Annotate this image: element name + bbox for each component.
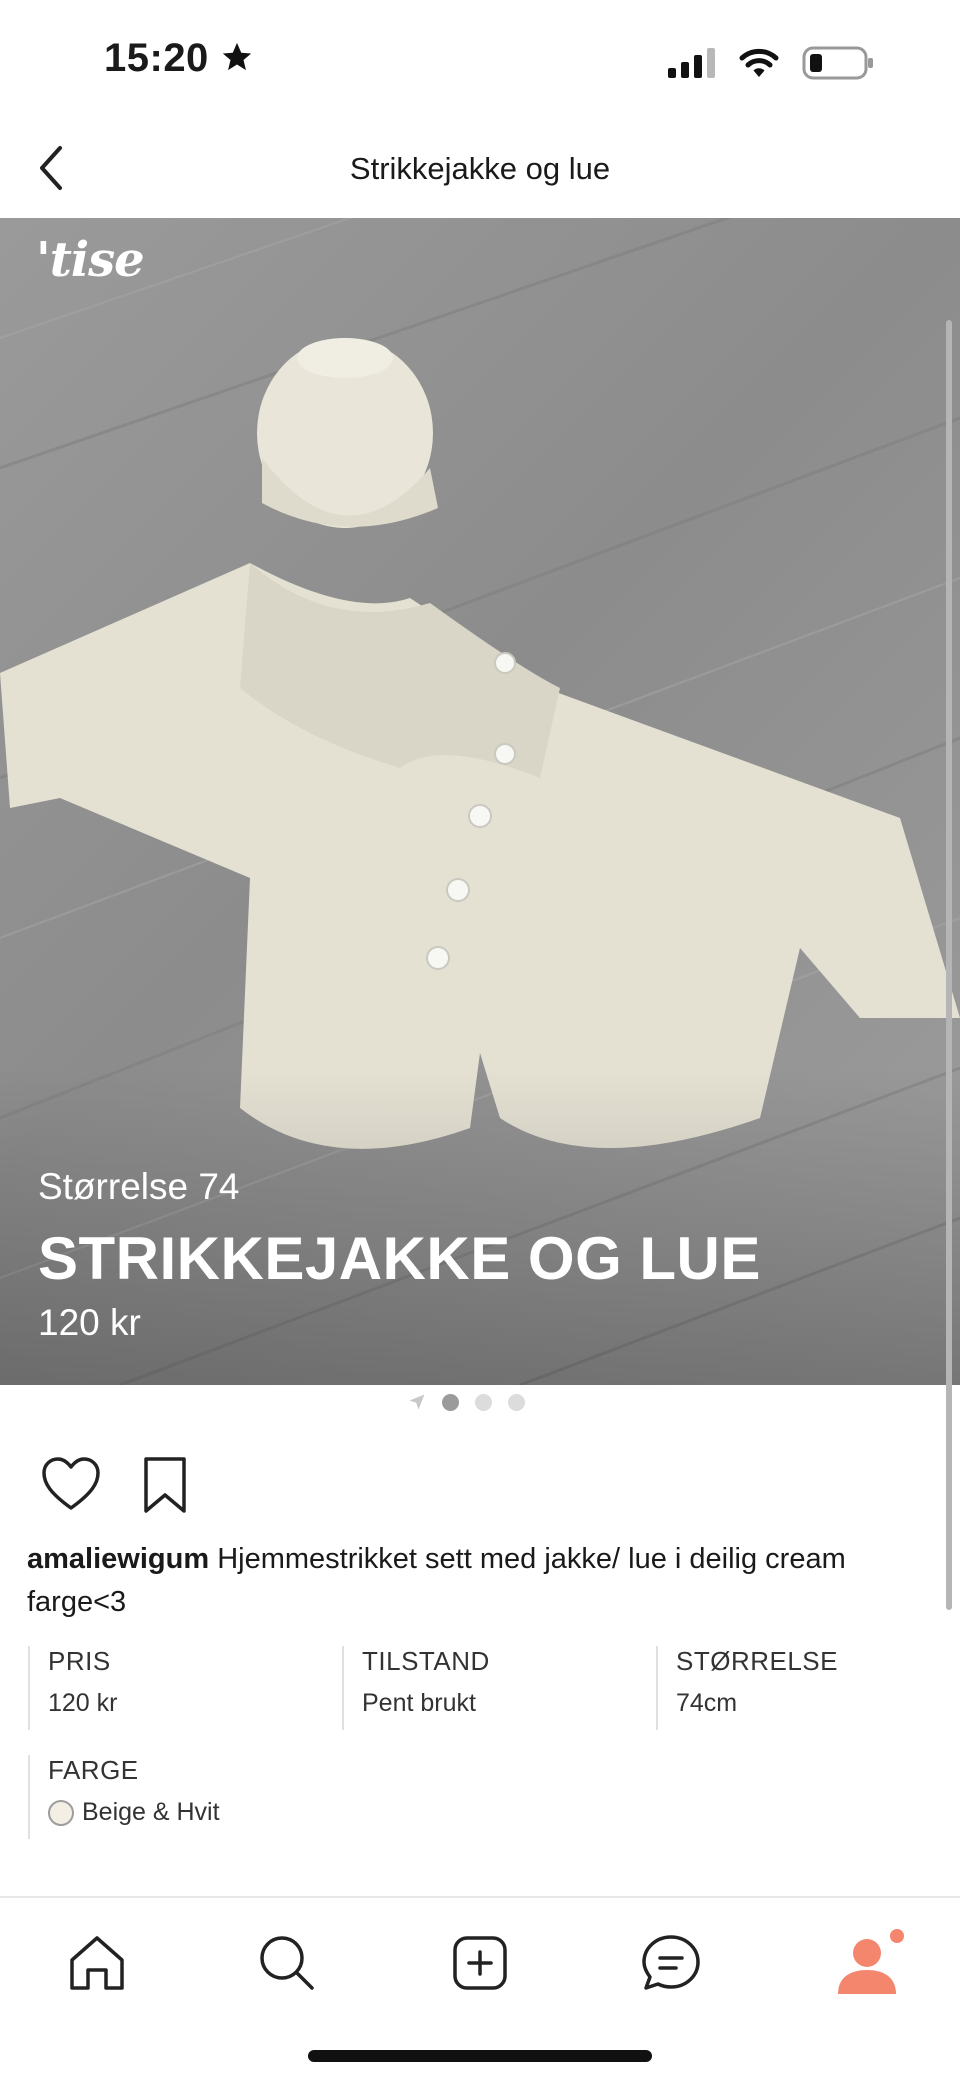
tise-logo: 'tise: [36, 232, 145, 288]
attr-pris: PRIS 120 kr: [28, 1646, 117, 1730]
pager-dot[interactable]: [475, 1393, 492, 1411]
product-image[interactable]: [0, 218, 960, 1385]
status-icons: [668, 46, 874, 80]
search-icon: [260, 1936, 314, 1990]
heart-icon: [42, 1457, 100, 1510]
attr-label: FARGE: [48, 1755, 139, 1785]
attr-label: TILSTAND: [362, 1646, 490, 1676]
hat-illustration: [257, 338, 438, 528]
image-pager[interactable]: [408, 1393, 525, 1411]
location-arrow-icon: [409, 1394, 425, 1410]
profile-icon: [838, 1929, 904, 1994]
pager-dot[interactable]: [442, 1393, 459, 1411]
tab-add[interactable]: [445, 1928, 515, 1998]
scrollbar[interactable]: [946, 320, 952, 1610]
description: amaliewigum Hjemmestrikket sett med jakk…: [27, 1538, 927, 1624]
title-overlay: STRIKKEJAKKE OG LUE: [38, 1225, 761, 1292]
attr-value: 74cm: [676, 1689, 738, 1717]
attr-value: Beige & Hvit: [82, 1798, 220, 1826]
star-icon: [220, 40, 254, 79]
tab-search[interactable]: [252, 1928, 322, 1998]
page-title: Strikkejakke og lue: [349, 151, 611, 186]
attr-label: PRIS: [48, 1646, 111, 1676]
tab-profile[interactable]: [832, 1928, 912, 1998]
wifi-icon: [739, 48, 779, 77]
size-overlay: Størrelse 74: [38, 1166, 240, 1207]
messages-icon: [642, 1935, 700, 1990]
attr-tilstand: TILSTAND Pent brukt: [342, 1646, 490, 1730]
like-button[interactable]: [40, 1455, 102, 1513]
attr-label: STØRRELSE: [676, 1646, 838, 1676]
seller-username[interactable]: amaliewigum: [27, 1543, 209, 1575]
status-time: 15:20: [104, 36, 209, 80]
attr-storrelse: STØRRELSE 74cm: [656, 1646, 838, 1730]
tab-messages[interactable]: [636, 1928, 706, 1998]
pager-dot[interactable]: [508, 1393, 525, 1411]
home-indicator: [308, 2050, 652, 2062]
home-icon: [70, 1936, 124, 1990]
attr-value: 120 kr: [48, 1689, 118, 1717]
attr-farge: FARGE Beige & Hvit: [28, 1755, 220, 1839]
price-overlay: 120 kr: [38, 1302, 141, 1343]
attr-value: Pent brukt: [362, 1689, 476, 1717]
save-button[interactable]: [140, 1455, 190, 1515]
signal-icon: [668, 48, 715, 78]
bookmark-icon: [144, 1457, 186, 1513]
battery-icon: [802, 46, 873, 80]
color-swatch: [48, 1799, 74, 1826]
add-icon: [453, 1936, 507, 1990]
attr-value-row: Beige & Hvit: [48, 1798, 220, 1827]
tab-home[interactable]: [62, 1928, 132, 1998]
